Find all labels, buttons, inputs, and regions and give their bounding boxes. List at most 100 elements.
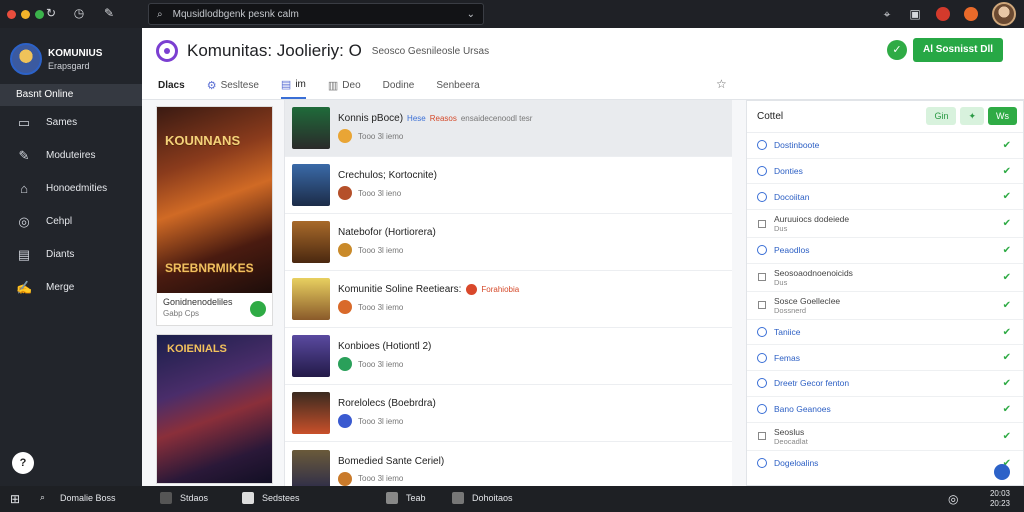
app-icon[interactable]	[964, 7, 978, 21]
sidebar-item-diants[interactable]: ▤ Diants	[0, 238, 142, 271]
refresh-icon[interactable]: ↻	[44, 6, 58, 20]
search-icon: ⌕	[157, 8, 163, 20]
panel-item[interactable]: Peaodlos ✔	[747, 238, 1023, 264]
header-action-button[interactable]: Al Sosnisst Dll	[912, 38, 1003, 62]
panel-item-subtitle: Dus	[774, 277, 788, 287]
checkbox[interactable]	[758, 432, 766, 440]
sidebar-item-sames[interactable]: ▭ Sames	[0, 106, 142, 139]
sidebar-item-label: Diants	[46, 249, 75, 260]
panel-item[interactable]: Taniice ✔	[747, 320, 1023, 346]
terminal-icon	[386, 492, 398, 504]
player-icon	[338, 186, 352, 200]
search-input[interactable]: ⌕ Mqusidlodbgenk pesnk calm ⌄	[148, 3, 484, 25]
list-item-subtitle: Tooo 3l ieno	[358, 188, 402, 198]
tab-senbeera[interactable]: Senbeera	[436, 73, 479, 99]
gear-icon: ⚙	[206, 80, 217, 92]
clock[interactable]: 20:03 20:23	[990, 489, 1010, 509]
sidebar-item-merge[interactable]: ✍ Merge	[0, 271, 142, 304]
panel-button-gin[interactable]: Gin	[926, 107, 957, 125]
page-subtitle: Seosco Gesnileosle Ursas	[371, 45, 490, 57]
taskbar-search[interactable]: ⌕ Domalie Boss	[40, 492, 116, 504]
chat-bubble-icon[interactable]	[994, 464, 1010, 480]
tab-sesltese[interactable]: ⚙ Sesltese	[207, 73, 259, 99]
user-avatar[interactable]	[992, 2, 1016, 26]
tab-dlacs[interactable]: Dlacs	[158, 73, 185, 99]
panel-item[interactable]: Donties ✔	[747, 159, 1023, 185]
list-item[interactable]: Konnis pBoce) Hese Reasos ensaidecenoodl te…	[285, 100, 732, 157]
taskbar-item[interactable]: Dohoitaos	[452, 492, 513, 504]
location-icon[interactable]: ⌖	[880, 7, 894, 21]
panel-item-label: Bano Geanoes	[774, 404, 831, 415]
panel-item[interactable]: Bano Geanoes ✔	[747, 397, 1023, 423]
chevron-down-icon[interactable]: ⌄	[467, 9, 475, 20]
panel-item[interactable]: Seoslus Deocadlat ✔	[747, 423, 1023, 451]
radio-icon	[757, 352, 767, 363]
tab-dodine[interactable]: Dodine	[383, 73, 415, 99]
history-icon[interactable]: ◷	[72, 6, 86, 20]
list-item-subtitle: Tooo 3l iemo	[358, 131, 404, 141]
help-button[interactable]: ?	[12, 452, 34, 474]
list-item[interactable]: Crechulos; Kortocnite) Tooo 3l ieno	[285, 157, 732, 214]
radio-icon	[757, 327, 767, 338]
community-logo-icon	[156, 40, 178, 62]
tab-label: im	[295, 79, 306, 90]
sidebar-item-cehpl[interactable]: ◎ Cehpl	[0, 205, 142, 238]
taskbar-item[interactable]: Teab	[386, 492, 426, 504]
globe-icon[interactable]: ◎	[948, 492, 958, 506]
sidebar-item-moduteires[interactable]: ✎ Moduteires	[0, 139, 142, 172]
minimize-window-button[interactable]	[21, 9, 30, 19]
player-icon	[338, 129, 352, 143]
details-panel: Cottel Gin ✦ Ws Dostinboote ✔ Donties ✔ Do…	[746, 100, 1024, 486]
panel-item-label: Dostinboote	[774, 140, 820, 151]
list-item-title: Natebofor (Hortiorera)	[338, 227, 436, 238]
game-cover-art: KOUNNANS SREBNRMIKES	[157, 107, 272, 293]
edit-icon[interactable]: ✎	[102, 6, 116, 20]
checkbox[interactable]	[758, 219, 766, 228]
list-item[interactable]: Natebofor (Hortiorera) Tooo 3l iemo	[285, 214, 732, 271]
panel-item[interactable]: Auruuiocs dodeiede Dus ✔	[747, 210, 1023, 239]
panel-item[interactable]: Docoiitan ✔	[747, 184, 1023, 211]
profile[interactable]: KOMUNIUS Erapsgard	[0, 28, 142, 80]
panel-item[interactable]: Seosoaodnoenoicids Dus ✔	[747, 264, 1023, 292]
windows-start-icon[interactable]: ⊞	[10, 492, 20, 506]
panel-button-ws[interactable]: Ws	[988, 107, 1017, 125]
profile-name: KOMUNIUS	[48, 47, 103, 59]
taskbar-item[interactable]: Stdaos	[160, 492, 208, 504]
check-icon: ✔	[1002, 377, 1011, 389]
list-item[interactable]: Konbioes (Hotiontl 2) Tooo 3l iemo	[285, 328, 732, 385]
checkbox[interactable]	[758, 301, 766, 310]
panel-item[interactable]: Dreetr Gecor fenton ✔	[747, 371, 1023, 397]
panel-item[interactable]: Sosce Goelleclee Dossnerd ✔	[747, 292, 1023, 320]
sidebar-item-honoedmities[interactable]: ⌂ Honoedmities	[0, 172, 142, 205]
list-item-subtitle: Tooo 3l iemo	[358, 416, 404, 426]
close-window-button[interactable]	[7, 9, 16, 19]
list-item[interactable]: Komunitie Soline Reetiears: Forahiobia To…	[285, 271, 732, 328]
game-card[interactable]: KOIENIALS	[156, 334, 273, 484]
game-card[interactable]: KOUNNANS SREBNRMIKES Gonidnenodeliles Ga…	[156, 106, 273, 326]
taskbar-item[interactable]: Sedstees	[242, 492, 300, 504]
check-icon: ✔	[1002, 165, 1011, 177]
status-icon[interactable]: ✓	[886, 40, 907, 60]
sidebar-item-active[interactable]: Basnt Online	[0, 84, 142, 106]
panel-item[interactable]: Dogeloalins ✔	[747, 451, 1023, 477]
list-item-subtitle: Tooo 3l iemo	[358, 474, 404, 483]
window-icon[interactable]: ▣	[908, 7, 922, 21]
avatar	[10, 43, 42, 75]
pin-icon[interactable]: ✦	[960, 107, 984, 125]
sidebar-item-label: Cehpl	[46, 216, 73, 227]
list-icon: ▤	[280, 79, 292, 91]
record-icon[interactable]	[936, 7, 950, 21]
panel-item[interactable]: Dostinboote ✔	[747, 133, 1023, 159]
panel-item[interactable]: Femas ✔	[747, 345, 1023, 372]
panel-item-subtitle: Dus	[774, 224, 788, 234]
list-item[interactable]: Rorelolecs (Boebrdra) Tooo 3l iemo	[285, 385, 732, 442]
check-icon: ✔	[1002, 326, 1011, 338]
maximize-window-button[interactable]	[35, 9, 44, 19]
game-thumbnail	[292, 164, 330, 206]
star-icon[interactable]: ☆	[716, 77, 727, 91]
tab-deo[interactable]: ▥ Deo	[328, 73, 361, 99]
alert-icon	[466, 283, 478, 295]
checkbox[interactable]	[758, 273, 766, 282]
tab-im[interactable]: ▤ im	[280, 73, 306, 99]
game-list: Konnis pBoce) Hese Reasos ensaidecenoodl te…	[284, 100, 732, 492]
